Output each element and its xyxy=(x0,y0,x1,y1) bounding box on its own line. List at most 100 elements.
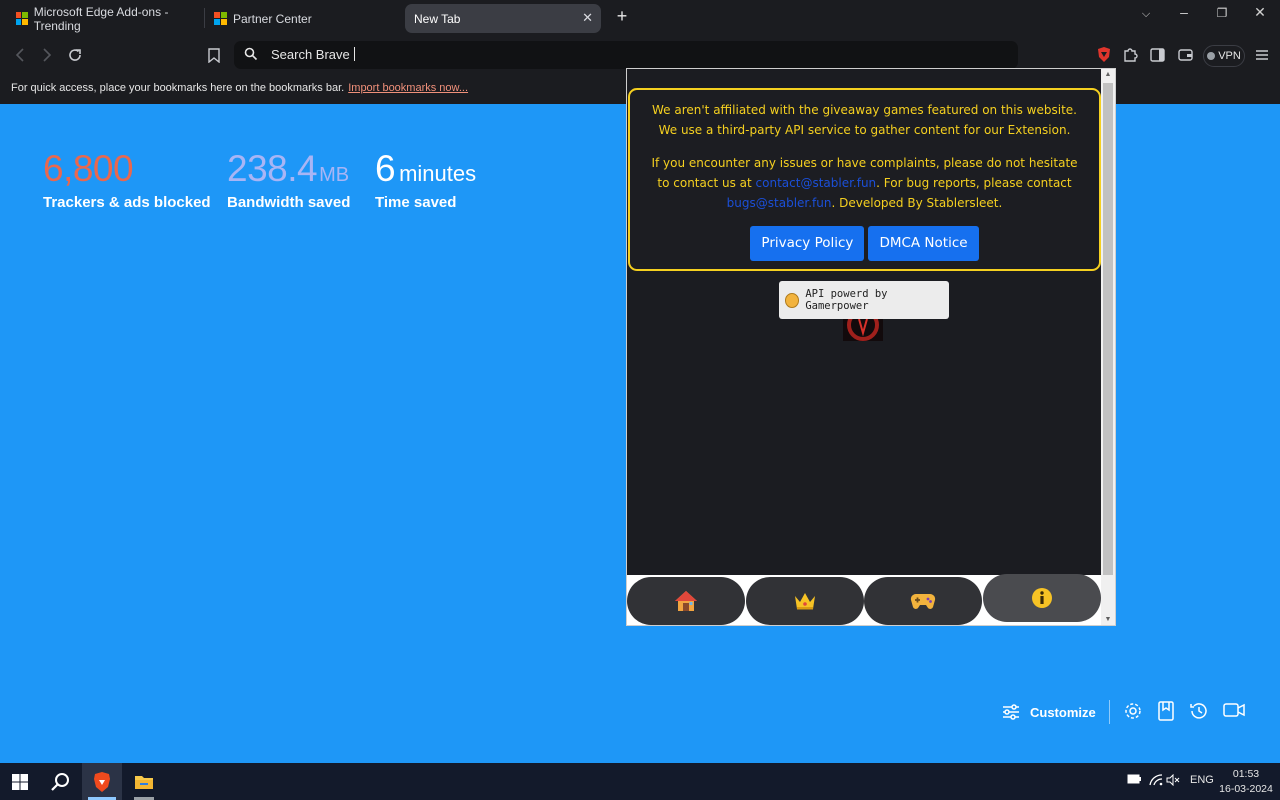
dmca-notice-button[interactable]: DMCA Notice xyxy=(868,226,979,261)
system-clock[interactable]: 01:53 16-03-2024 xyxy=(1216,767,1276,797)
customize-button[interactable]: Customize xyxy=(1002,702,1096,722)
popup-scrollbar[interactable]: ▲ ▼ xyxy=(1101,69,1115,625)
start-button[interactable] xyxy=(0,763,40,800)
crown-icon xyxy=(795,593,815,610)
popup-nav-bar xyxy=(627,574,1101,625)
nav-home-button[interactable] xyxy=(627,577,745,625)
vpn-status-icon xyxy=(1207,52,1216,60)
tab-new-tab[interactable]: New Tab ✕ xyxy=(405,4,601,33)
volume-muted-icon[interactable] xyxy=(1166,773,1180,789)
folder-icon xyxy=(135,775,153,789)
history-clock-icon xyxy=(1190,703,1207,719)
microsoft-logo-icon xyxy=(214,12,227,25)
house-icon xyxy=(675,591,697,611)
main-menu-button[interactable] xyxy=(1251,44,1273,66)
contact-email-link[interactable]: contact@stabler.fun xyxy=(756,176,877,190)
trackers-stat: 6,800 Trackers & ads blocked xyxy=(43,148,211,211)
api-credit-badge[interactable]: API powerd by Gamerpower xyxy=(779,281,949,319)
bookmarks-bar-message: For quick access, place your bookmarks h… xyxy=(11,82,468,94)
battery-icon[interactable] xyxy=(1127,774,1141,787)
sliders-icon xyxy=(1003,704,1019,720)
tab-title: New Tab xyxy=(414,11,461,26)
tab-edge-addons[interactable]: Microsoft Edge Add-ons - Trending xyxy=(8,4,200,33)
windows-logo-icon xyxy=(12,773,28,790)
vpn-button[interactable]: VPN xyxy=(1203,45,1245,67)
scroll-down-arrow-icon[interactable]: ▼ xyxy=(1101,616,1115,623)
bandwidth-label: Bandwidth saved xyxy=(227,194,351,211)
bandwidth-stat: 238.4 MB Bandwidth saved xyxy=(227,148,350,211)
bookmarks-button[interactable] xyxy=(1157,701,1179,723)
tab-partner-center[interactable]: Partner Center xyxy=(207,4,397,33)
ntp-divider xyxy=(1109,700,1110,724)
microsoft-logo-icon xyxy=(16,12,28,25)
tab-search-chevron-icon[interactable]: ⌵ xyxy=(1136,8,1156,21)
tab-divider xyxy=(204,8,205,28)
sidebar-toggle-button[interactable] xyxy=(1146,44,1168,66)
api-credit-text: API powerd by Gamerpower xyxy=(805,288,888,312)
back-button[interactable] xyxy=(9,44,31,66)
history-button[interactable] xyxy=(1189,701,1211,723)
tab-strip: Microsoft Edge Add-ons - Trending Partne… xyxy=(0,0,1280,36)
contact-text-part: . For bug reports, please contact xyxy=(876,176,1072,190)
extensions-button[interactable] xyxy=(1119,44,1141,66)
taskbar-brave-app[interactable] xyxy=(82,763,122,800)
search-icon xyxy=(244,47,258,66)
trackers-label: Trackers & ads blocked xyxy=(43,194,211,211)
bookmark-icon xyxy=(208,47,220,63)
time-saved-value: 6 xyxy=(375,148,396,189)
back-arrow-icon xyxy=(15,48,24,62)
new-tab-button[interactable]: + xyxy=(612,6,632,27)
search-icon xyxy=(51,772,69,791)
time-saved-stat: 6 minutes Time saved xyxy=(375,148,476,211)
wallet-icon xyxy=(1177,49,1193,61)
tab-title: Partner Center xyxy=(233,11,312,26)
minimize-button[interactable]: – xyxy=(1174,4,1194,20)
address-bar[interactable]: Search Brave xyxy=(234,41,1018,69)
brave-talk-button[interactable] xyxy=(1223,701,1245,723)
restore-button[interactable]: ❐ xyxy=(1212,6,1232,20)
bookmark-icon xyxy=(1158,701,1174,721)
time-saved-label: Time saved xyxy=(375,194,457,211)
contact-text: If you encounter any issues or have comp… xyxy=(644,153,1085,213)
time-saved-unit: minutes xyxy=(399,161,477,186)
hamburger-menu-icon xyxy=(1256,50,1268,60)
brave-shields-button[interactable] xyxy=(1093,44,1115,66)
privacy-policy-button[interactable]: Privacy Policy xyxy=(750,226,865,261)
video-camera-icon xyxy=(1223,703,1245,717)
taskbar-file-explorer[interactable] xyxy=(124,763,164,800)
nav-info-button[interactable] xyxy=(983,574,1101,622)
nav-premium-button[interactable] xyxy=(746,577,864,625)
taskbar-search-button[interactable] xyxy=(40,763,80,800)
reload-icon xyxy=(69,49,81,61)
address-input[interactable]: Search Brave xyxy=(271,47,355,62)
clock-date: 16-03-2024 xyxy=(1219,783,1273,795)
close-window-button[interactable]: ✕ xyxy=(1250,4,1270,21)
scrollbar-thumb[interactable] xyxy=(1103,83,1113,575)
reload-button[interactable] xyxy=(64,44,86,66)
bookmark-page-button[interactable] xyxy=(203,44,225,66)
bandwidth-unit: MB xyxy=(319,164,350,186)
nav-games-button[interactable] xyxy=(864,577,982,625)
language-indicator[interactable]: ENG xyxy=(1190,774,1214,786)
settings-button[interactable] xyxy=(1123,701,1145,723)
network-icon[interactable] xyxy=(1149,774,1163,789)
wallet-button[interactable] xyxy=(1174,44,1196,66)
puzzle-piece-icon xyxy=(1124,48,1138,62)
close-tab-icon[interactable]: ✕ xyxy=(582,10,593,26)
gamepad-icon xyxy=(910,593,936,609)
disclaimer-notice: We aren't affiliated with the giveaway g… xyxy=(628,88,1101,271)
bug-email-link[interactable]: bugs@stabler.fun xyxy=(727,196,832,210)
contact-text-part: . Developed By Stablersleet. xyxy=(831,196,1003,210)
disclaimer-text: We aren't affiliated with the giveaway g… xyxy=(652,103,1077,137)
extension-popup: We aren't affiliated with the giveaway g… xyxy=(626,68,1116,626)
brave-shield-icon xyxy=(1098,47,1110,62)
gear-icon xyxy=(1125,703,1141,719)
bookmarks-hint-text: For quick access, place your bookmarks h… xyxy=(11,82,345,94)
scroll-up-arrow-icon[interactable]: ▲ xyxy=(1101,71,1115,78)
tab-title: Microsoft Edge Add-ons - Trending xyxy=(33,4,169,33)
extension-logo xyxy=(843,319,883,341)
import-bookmarks-link[interactable]: Import bookmarks now... xyxy=(348,82,468,94)
forward-button[interactable] xyxy=(36,44,58,66)
windows-taskbar: ENG 01:53 16-03-2024 xyxy=(0,763,1280,800)
bandwidth-value: 238.4 xyxy=(227,148,318,189)
